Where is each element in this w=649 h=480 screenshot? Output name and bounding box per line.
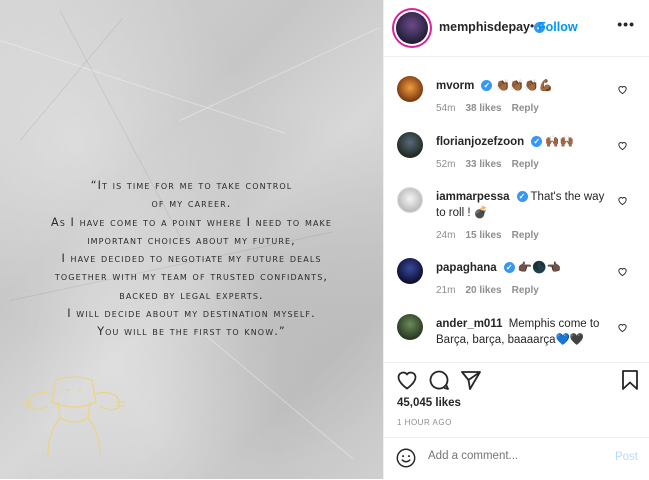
heart-icon[interactable] [617, 322, 628, 333]
comment-likes[interactable]: 38 likes [465, 103, 501, 114]
comment-body: ander_m011 Memphis come to Barça, barça,… [436, 316, 612, 348]
separator-dot: • [530, 19, 535, 33]
commenter-avatar[interactable] [397, 132, 423, 158]
add-comment-input[interactable] [428, 450, 598, 462]
comment-age: 52m [436, 159, 456, 170]
commenter-avatar[interactable] [397, 314, 423, 340]
comment-likes[interactable]: 20 likes [465, 285, 501, 296]
comment-age: 21m [436, 285, 456, 296]
like-count[interactable]: 45,045 likes [397, 397, 461, 409]
quote-line: together with my team of trusted confida… [54, 270, 329, 284]
verified-icon: ✓ [503, 262, 515, 274]
quote-line: You will be the first to know.” [97, 325, 286, 339]
quote-line: important choices about my future, [87, 233, 296, 247]
bookmark-icon[interactable] [618, 368, 642, 392]
verified-icon: ✓ [481, 80, 493, 92]
paper-crease [199, 330, 354, 460]
comment-meta: 21m 20 likes Reply [436, 285, 539, 296]
comment-likes[interactable]: 15 likes [465, 230, 501, 241]
quote-line: I will decide about my destination mysel… [67, 307, 316, 321]
comment-icon[interactable] [427, 368, 451, 392]
paper-crease [0, 40, 286, 134]
reply-button[interactable]: Reply [512, 159, 539, 170]
post-timestamp[interactable]: 1 HOUR AGO [397, 418, 452, 427]
comment-text: 👉🏿🌑👈🏿 [517, 262, 561, 274]
comment-username[interactable]: ander_m011 [436, 318, 503, 330]
quote-line: As I have come to a point where I need t… [50, 215, 333, 229]
comment-text: 🙌🏾🙌🏾 [545, 136, 575, 148]
post-comment-button[interactable]: Post [615, 451, 638, 463]
reply-button[interactable]: Reply [512, 285, 539, 296]
memphis-logo-icon [22, 376, 126, 457]
verified-icon: ✓ [516, 191, 528, 203]
commenter-avatar[interactable] [397, 258, 423, 284]
post-sidebar: memphisdepay ✓ • Follow ••• mvorm ✓ 👏🏾👏🏾👏🏾… [383, 0, 649, 479]
paper-crease [179, 27, 380, 121]
quote-line: of my career. [151, 197, 232, 211]
post-image[interactable]: “It is time for me to take control of my… [0, 0, 383, 479]
comment-username[interactable]: mvorm [436, 80, 474, 92]
reply-button[interactable]: Reply [512, 230, 539, 241]
comment-body: mvorm ✓ 👏🏾👏🏾👏🏾💪🏾 [436, 78, 612, 94]
reply-button[interactable]: Reply [512, 103, 539, 114]
paper-crease [19, 17, 124, 141]
commenter-avatar[interactable] [397, 76, 423, 102]
comment-username[interactable]: papaghana [436, 262, 497, 274]
post-header: memphisdepay ✓ • Follow ••• [384, 0, 649, 57]
more-options-icon[interactable]: ••• [617, 16, 635, 32]
instagram-post-window: “It is time for me to take control of my… [0, 0, 649, 479]
comment-username[interactable]: florianjozefzoon [436, 136, 524, 148]
comment-body: papaghana ✓ 👉🏿🌑👈🏿 [436, 260, 612, 276]
comment-meta: 52m 33 likes Reply [436, 159, 539, 170]
author-username-text[interactable]: memphisdepay [439, 20, 530, 34]
comment-body: iammarpessa ✓ That's the way to roll ! 💣 [436, 189, 612, 221]
quote-line: I have decided to negotiate my future de… [61, 252, 322, 266]
comment-meta: 24m 15 likes Reply [436, 230, 539, 241]
author-avatar[interactable] [396, 12, 428, 44]
heart-icon[interactable] [617, 140, 628, 151]
quote-line: backed by legal experts. [119, 288, 264, 302]
post-quote: “It is time for me to take control of my… [8, 177, 375, 342]
comment-body: florianjozefzoon ✓ 🙌🏾🙌🏾 [436, 134, 612, 150]
comment-likes[interactable]: 33 likes [465, 159, 501, 170]
comment-age: 24m [436, 230, 456, 241]
commenter-avatar[interactable] [397, 187, 423, 213]
heart-icon[interactable] [617, 84, 628, 95]
heart-icon[interactable] [617, 195, 628, 206]
heart-icon[interactable] [617, 266, 628, 277]
emoji-icon[interactable] [395, 447, 417, 469]
comment-username[interactable]: iammarpessa [436, 191, 510, 203]
comment-meta: 54m 38 likes Reply [436, 103, 539, 114]
comment-age: 54m [436, 103, 456, 114]
quote-line: “It is time for me to take control [90, 179, 293, 192]
share-icon[interactable] [459, 368, 483, 392]
comments-list[interactable]: mvorm ✓ 👏🏾👏🏾👏🏾💪🏾 54m 38 likes Reply florian… [384, 57, 649, 362]
follow-button[interactable]: Follow [538, 20, 578, 34]
like-heart-icon[interactable] [395, 368, 419, 392]
comment-text: 👏🏾👏🏾👏🏾💪🏾 [495, 80, 553, 92]
comment-composer: Post [384, 437, 649, 480]
verified-icon: ✓ [531, 136, 543, 148]
